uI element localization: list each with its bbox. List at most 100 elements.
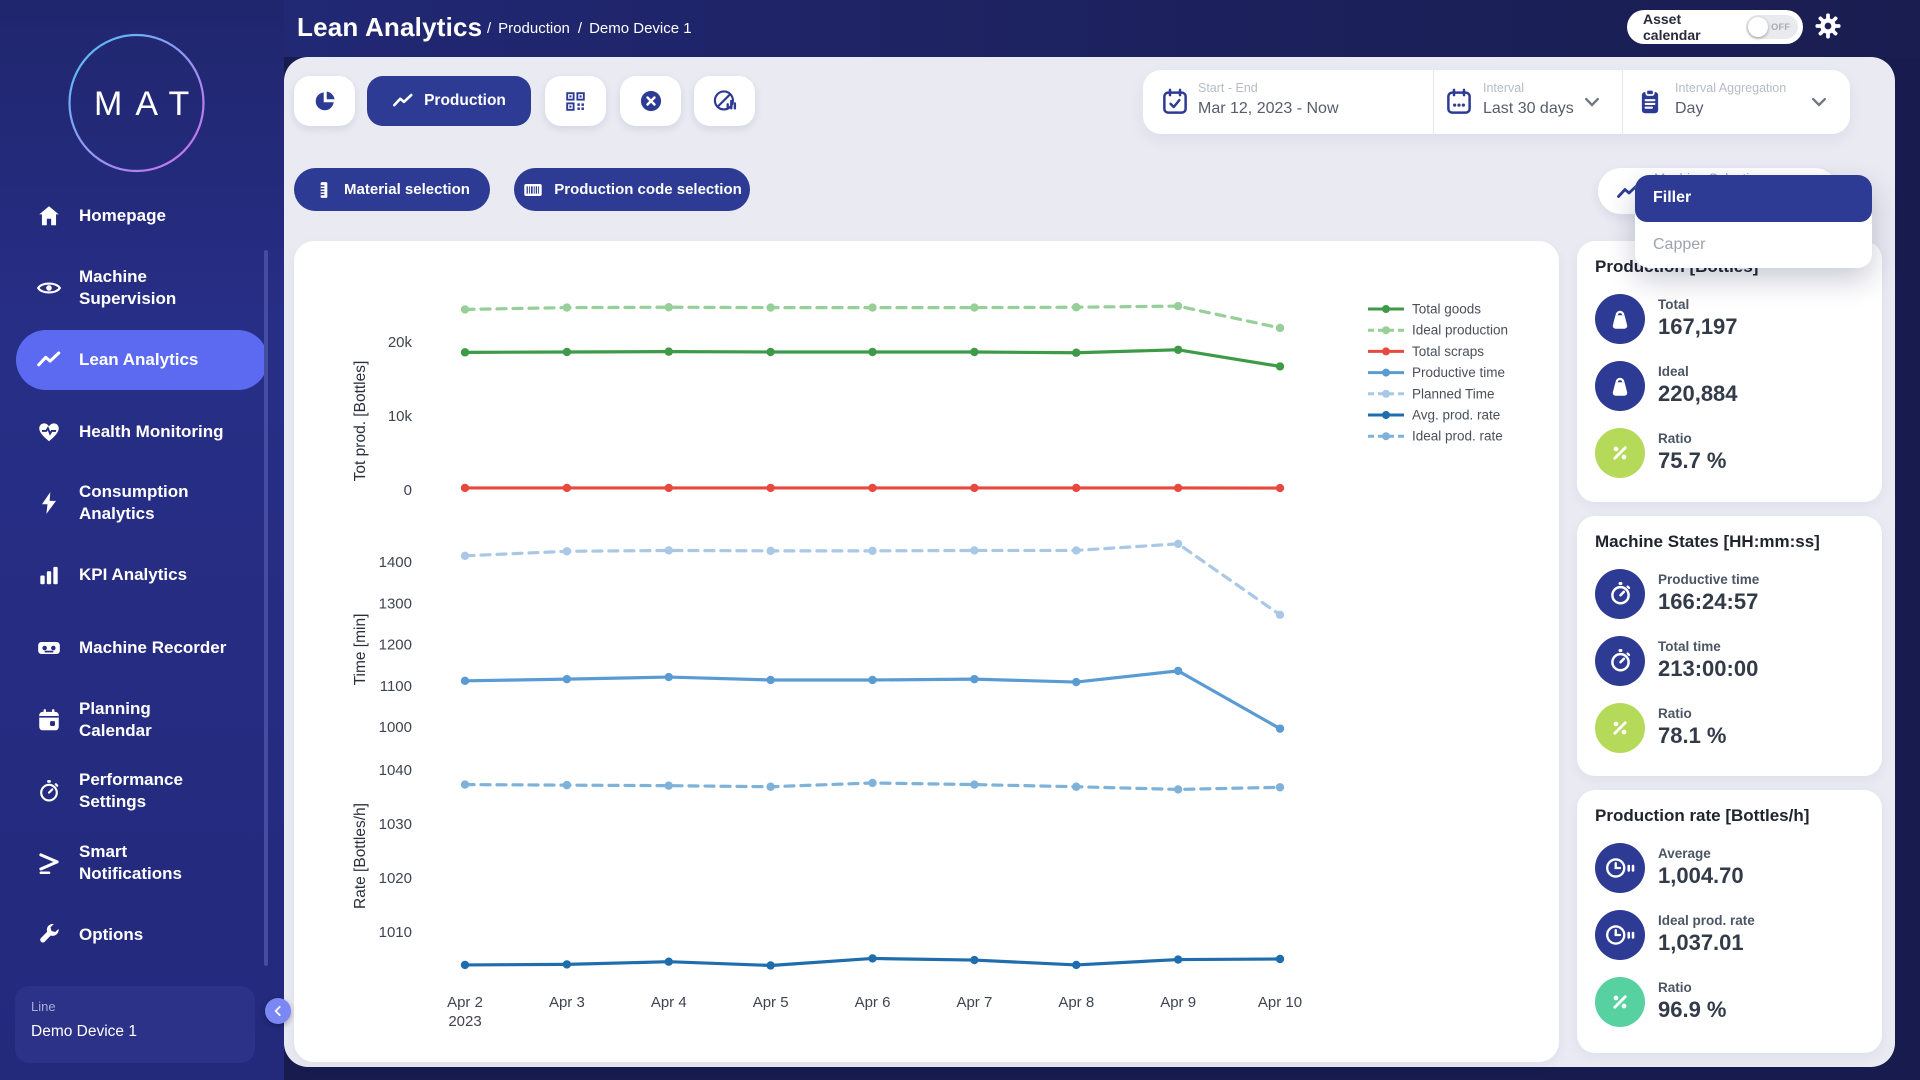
sidebar-item-consumption-analytics[interactable]: Consumption Analytics: [16, 478, 268, 528]
production-charts: 010k20kTot prod. [Bottles]10001100120013…: [294, 241, 1559, 1062]
material-selection-label: Material selection: [344, 181, 470, 198]
svg-text:Productive time: Productive time: [1412, 365, 1505, 380]
stat-row: Ideal 220,884: [1595, 352, 1864, 419]
stat-card-title: Production rate [Bottles/h]: [1595, 806, 1864, 826]
svg-text:Apr 4: Apr 4: [651, 994, 687, 1011]
sidebar-item-label: Lean Analytics: [79, 349, 198, 371]
svg-text:Apr 6: Apr 6: [855, 994, 891, 1011]
svg-text:1200: 1200: [379, 637, 412, 654]
chart-disabled-icon: [712, 88, 738, 114]
pie-chart-view-button[interactable]: [294, 76, 355, 126]
no-chart-view-button[interactable]: [694, 76, 755, 126]
date-filters-card: Start - End Mar 12, 2023 - Now Interval …: [1143, 70, 1850, 134]
svg-text:1000: 1000: [379, 719, 412, 736]
breadcrumb-separator: /: [578, 20, 582, 37]
qr-code-view-button[interactable]: [545, 76, 606, 126]
pie-chart-icon: [312, 88, 338, 114]
home-icon: [36, 203, 62, 229]
lightning-bolt-icon: [36, 490, 62, 516]
stat-row: Total 167,197: [1595, 285, 1864, 352]
sidebar-item-options[interactable]: Options: [16, 919, 268, 951]
svg-text:1040: 1040: [379, 762, 412, 779]
sidebar-item-smart-notifications[interactable]: Smart Notifications: [16, 838, 268, 888]
stopwatch-icon: [1595, 636, 1645, 686]
stat-value: 96.9 %: [1658, 997, 1727, 1023]
page-title: Lean Analytics: [297, 12, 482, 43]
sidebar-item-planning-calendar[interactable]: Planning Calendar: [16, 695, 268, 745]
svg-text:Apr 9: Apr 9: [1160, 994, 1196, 1011]
qr-code-icon: [563, 89, 588, 114]
bar-chart-icon: [36, 562, 62, 588]
stat-label: Ideal prod. rate: [1658, 913, 1755, 928]
svg-text:Rate [Bottles/h]: Rate [Bottles/h]: [352, 803, 369, 909]
svg-text:20k: 20k: [388, 334, 413, 351]
stat-value: 78.1 %: [1658, 723, 1727, 749]
interval-label: Interval: [1483, 81, 1524, 95]
clear-selection-button[interactable]: [620, 76, 681, 126]
machine-states-card: Machine States [HH:mm:ss] Productive tim…: [1577, 516, 1882, 776]
percent-icon: [1595, 977, 1645, 1027]
sidebar-scrollbar[interactable]: [264, 250, 268, 966]
main-content: Production Start - End Mar: [284, 57, 1895, 1067]
sidebar-collapse-button[interactable]: [265, 998, 291, 1024]
interval-selector[interactable]: Interval Last 30 days: [1433, 70, 1622, 134]
percent-icon: [1595, 703, 1645, 753]
stopwatch-icon: [1595, 569, 1645, 619]
settings-button[interactable]: [1812, 11, 1844, 43]
breadcrumb-item[interactable]: / Demo Device 1: [578, 20, 692, 37]
breadcrumb-item[interactable]: / Production: [487, 20, 570, 37]
svg-text:1020: 1020: [379, 870, 412, 887]
svg-text:Ideal production: Ideal production: [1412, 323, 1508, 338]
heart-pulse-icon: [36, 419, 62, 445]
bottle-icon: [1595, 294, 1645, 344]
svg-text:2023: 2023: [448, 1013, 481, 1030]
material-selection-button[interactable]: Material selection: [294, 168, 490, 211]
svg-text:1100: 1100: [380, 678, 412, 695]
sidebar-item-machine-supervision[interactable]: Machine Supervision: [16, 263, 268, 313]
start-end-selector[interactable]: Start - End Mar 12, 2023 - Now: [1143, 70, 1433, 134]
start-end-label: Start - End: [1198, 81, 1258, 95]
production-code-selection-label: Production code selection: [554, 181, 742, 198]
close-circle-icon: [638, 88, 664, 114]
stat-row: Productive time 166:24:57: [1595, 560, 1864, 627]
toggle-knob: [1748, 17, 1768, 37]
production-button-label: Production: [424, 92, 506, 110]
rate-clock-icon: [1595, 910, 1645, 960]
svg-text:0: 0: [404, 482, 412, 499]
svg-text:Apr 3: Apr 3: [549, 994, 585, 1011]
stat-label: Ratio: [1658, 706, 1727, 721]
breadcrumb-separator: /: [487, 20, 491, 37]
sidebar-item-lean-analytics[interactable]: Lean Analytics: [16, 330, 268, 390]
gear-icon: [1813, 11, 1843, 41]
sidebar-item-machine-recorder[interactable]: Machine Recorder: [16, 632, 268, 664]
sidebar-item-kpi-analytics[interactable]: KPI Analytics: [16, 559, 268, 591]
chevron-left-icon: [271, 1004, 285, 1018]
sidebar-item-label: Homepage: [79, 205, 166, 227]
wrench-icon: [36, 922, 62, 948]
sidebar-item-homepage[interactable]: Homepage: [16, 200, 268, 232]
material-icon: [314, 180, 334, 200]
asset-calendar-toggle-pill[interactable]: Asset calendar OFF: [1627, 10, 1803, 44]
dropdown-option-capper[interactable]: Capper: [1635, 222, 1872, 269]
production-code-selection-button[interactable]: Production code selection: [514, 168, 750, 211]
dropdown-option-filler[interactable]: Filler: [1635, 175, 1872, 222]
interval-aggregation-selector[interactable]: Interval Aggregation Day: [1622, 70, 1850, 134]
svg-text:1010: 1010: [379, 924, 412, 941]
device-name: Demo Device 1: [31, 1023, 239, 1041]
svg-text:Time [min]: Time [min]: [352, 614, 369, 686]
asset-calendar-switch[interactable]: OFF: [1746, 15, 1798, 39]
trend-line-icon: [392, 90, 414, 112]
production-view-button[interactable]: Production: [367, 76, 531, 126]
stat-label: Average: [1658, 846, 1744, 861]
sidebar-item-label: Health Monitoring: [79, 421, 223, 443]
stat-row: Ratio 78.1 %: [1595, 694, 1864, 761]
sidebar: MAT Homepage Machine Supervision Lean An…: [0, 0, 284, 1080]
aggregation-label: Interval Aggregation: [1675, 81, 1786, 95]
sidebar-item-label: Machine Recorder: [79, 637, 226, 659]
asset-calendar-label: Asset calendar: [1643, 11, 1736, 43]
sidebar-item-health-monitoring[interactable]: Health Monitoring: [16, 416, 268, 448]
device-selector-card[interactable]: Line Demo Device 1: [15, 986, 255, 1063]
percent-icon: [1595, 428, 1645, 478]
sidebar-item-performance-settings[interactable]: Performance Settings: [16, 766, 268, 816]
production-rate-card: Production rate [Bottles/h] Average 1,00…: [1577, 790, 1882, 1053]
